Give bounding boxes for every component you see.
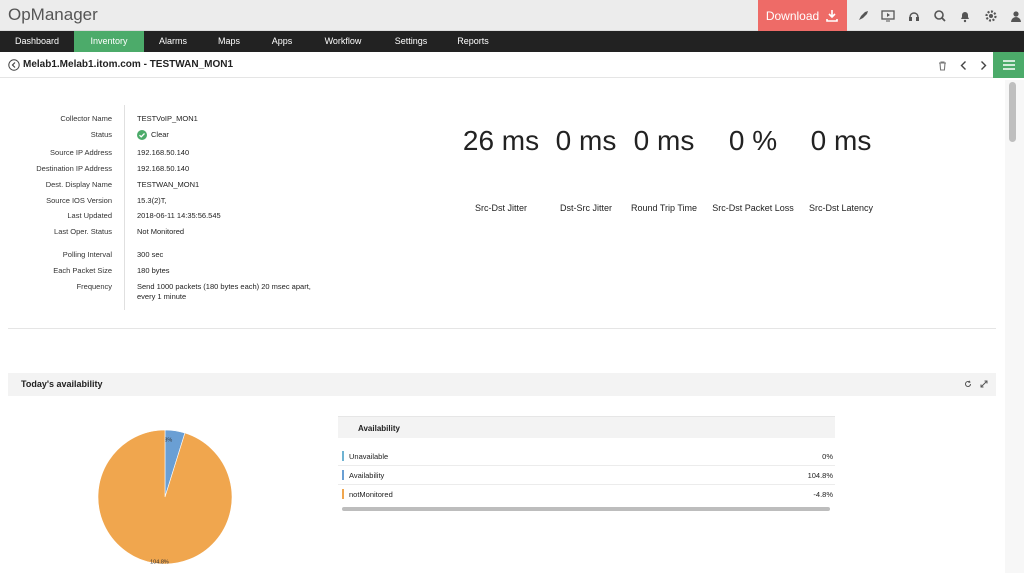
gear-icon[interactable]: [978, 9, 1004, 23]
availability-row-unavailable: Unavailable 0%: [338, 447, 835, 466]
back-icon[interactable]: [8, 59, 20, 71]
headset-icon[interactable]: [901, 9, 927, 23]
rocket-icon[interactable]: [850, 9, 876, 23]
detail-frequency: Frequency Send 1000 packets (180 bytes e…: [76, 282, 311, 301]
app-brand[interactable]: OpManager: [8, 5, 98, 25]
vertical-scrollbar[interactable]: [1005, 80, 1024, 573]
metric-dst-src-jitter-value: 0 ms: [555, 125, 617, 156]
section-title: Today's availability: [21, 379, 103, 389]
scrollbar-thumb[interactable]: [1009, 82, 1016, 142]
nav-alarms[interactable]: Alarms: [144, 31, 202, 52]
nav-inventory[interactable]: Inventory: [74, 31, 144, 52]
detail-destination-ip: Destination IP Address 192.168.50.140: [36, 164, 190, 173]
nav-reports[interactable]: Reports: [444, 31, 502, 52]
detail-source-ip: Source IP Address 192.168.50.140: [50, 148, 190, 157]
metric-src-dst-jitter-label: Src-Dst Jitter: [474, 203, 527, 213]
download-icon: [826, 9, 838, 22]
download-button[interactable]: Download: [758, 0, 847, 31]
chevron-right-icon[interactable]: [978, 60, 989, 71]
check-circle-icon: [137, 130, 147, 141]
availability-table-title: Availability: [358, 424, 400, 433]
pie-label-1: 104.8%: [150, 559, 169, 565]
nav-maps[interactable]: Maps: [202, 31, 256, 52]
page-title: Melab1.Melab1.itom.com - TESTWAN_MON1: [23, 59, 234, 70]
metric-latency-value: 0 ms: [810, 125, 872, 156]
expand-icon[interactable]: [980, 380, 988, 388]
detail-collector-name: Collector Name TESTVoIP_MON1: [60, 114, 198, 123]
metric-packet-loss-value: 0 %: [728, 125, 778, 156]
chevron-left-icon[interactable]: [958, 60, 969, 71]
title-bar: Melab1.Melab1.itom.com - TESTWAN_MON1: [0, 52, 1024, 78]
metric-packet-loss-label: Src-Dst Packet Loss: [712, 203, 794, 213]
refresh-icon[interactable]: [964, 380, 972, 388]
menu-button[interactable]: [993, 52, 1024, 78]
metric-dst-src-jitter-label: Dst-Src Jitter: [559, 203, 612, 213]
nav-settings[interactable]: Settings: [378, 31, 444, 52]
top-bar: OpManager Download: [0, 0, 1024, 31]
metric-latency-label: Src-Dst Latency: [808, 203, 874, 213]
availability-pie-chart: 4.8%104.8%: [97, 429, 233, 565]
trash-icon[interactable]: [937, 60, 948, 71]
availability-table: Availability Unavailable 0% Availability…: [338, 416, 835, 516]
bell-icon[interactable]: [952, 9, 978, 23]
nav-dashboard[interactable]: Dashboard: [0, 31, 74, 52]
hamburger-icon: [1002, 60, 1015, 70]
horizontal-scrollbar[interactable]: [342, 507, 830, 511]
detail-source-ios: Source IOS Version 15.3(2)T,: [46, 196, 167, 205]
user-icon[interactable]: [1004, 9, 1024, 23]
metric-src-dst-jitter-value: 26 ms: [462, 125, 540, 156]
status-value: Clear: [151, 130, 169, 139]
legend-swatch: [342, 489, 344, 499]
section-separator: [8, 328, 996, 329]
availability-row-notmonitored: notMonitored -4.8%: [338, 485, 835, 504]
detail-polling-interval: Polling Interval 300 sec: [62, 250, 164, 259]
pie-slice-1[interactable]: [97, 429, 233, 565]
metric-round-trip-label: Round Trip Time: [630, 203, 698, 213]
detail-status: Status Clear: [90, 130, 169, 141]
detail-dest-display-name: Dest. Display Name TESTWAN_MON1: [45, 180, 200, 189]
availability-row-availability: Availability 104.8%: [338, 466, 835, 485]
availability-section-header: Today's availability: [8, 373, 996, 396]
nav-apps[interactable]: Apps: [256, 31, 308, 52]
download-label: Download: [765, 8, 820, 23]
search-icon[interactable]: [927, 9, 953, 23]
legend-swatch: [342, 470, 344, 480]
main-nav: Dashboard Inventory Alarms Maps Apps Wor…: [0, 31, 1024, 52]
detail-packet-size: Each Packet Size 180 bytes: [53, 266, 170, 275]
detail-last-updated: Last Updated 2018-06-11 14:35:56.545: [67, 211, 221, 220]
monitor-play-icon[interactable]: [876, 9, 902, 23]
legend-swatch: [342, 451, 344, 461]
availability-table-header: Availability: [338, 416, 835, 438]
metric-round-trip-value: 0 ms: [633, 125, 695, 156]
detail-last-oper-status: Last Oper. Status Not Monitored: [54, 227, 185, 236]
nav-workflow[interactable]: Workflow: [308, 31, 378, 52]
